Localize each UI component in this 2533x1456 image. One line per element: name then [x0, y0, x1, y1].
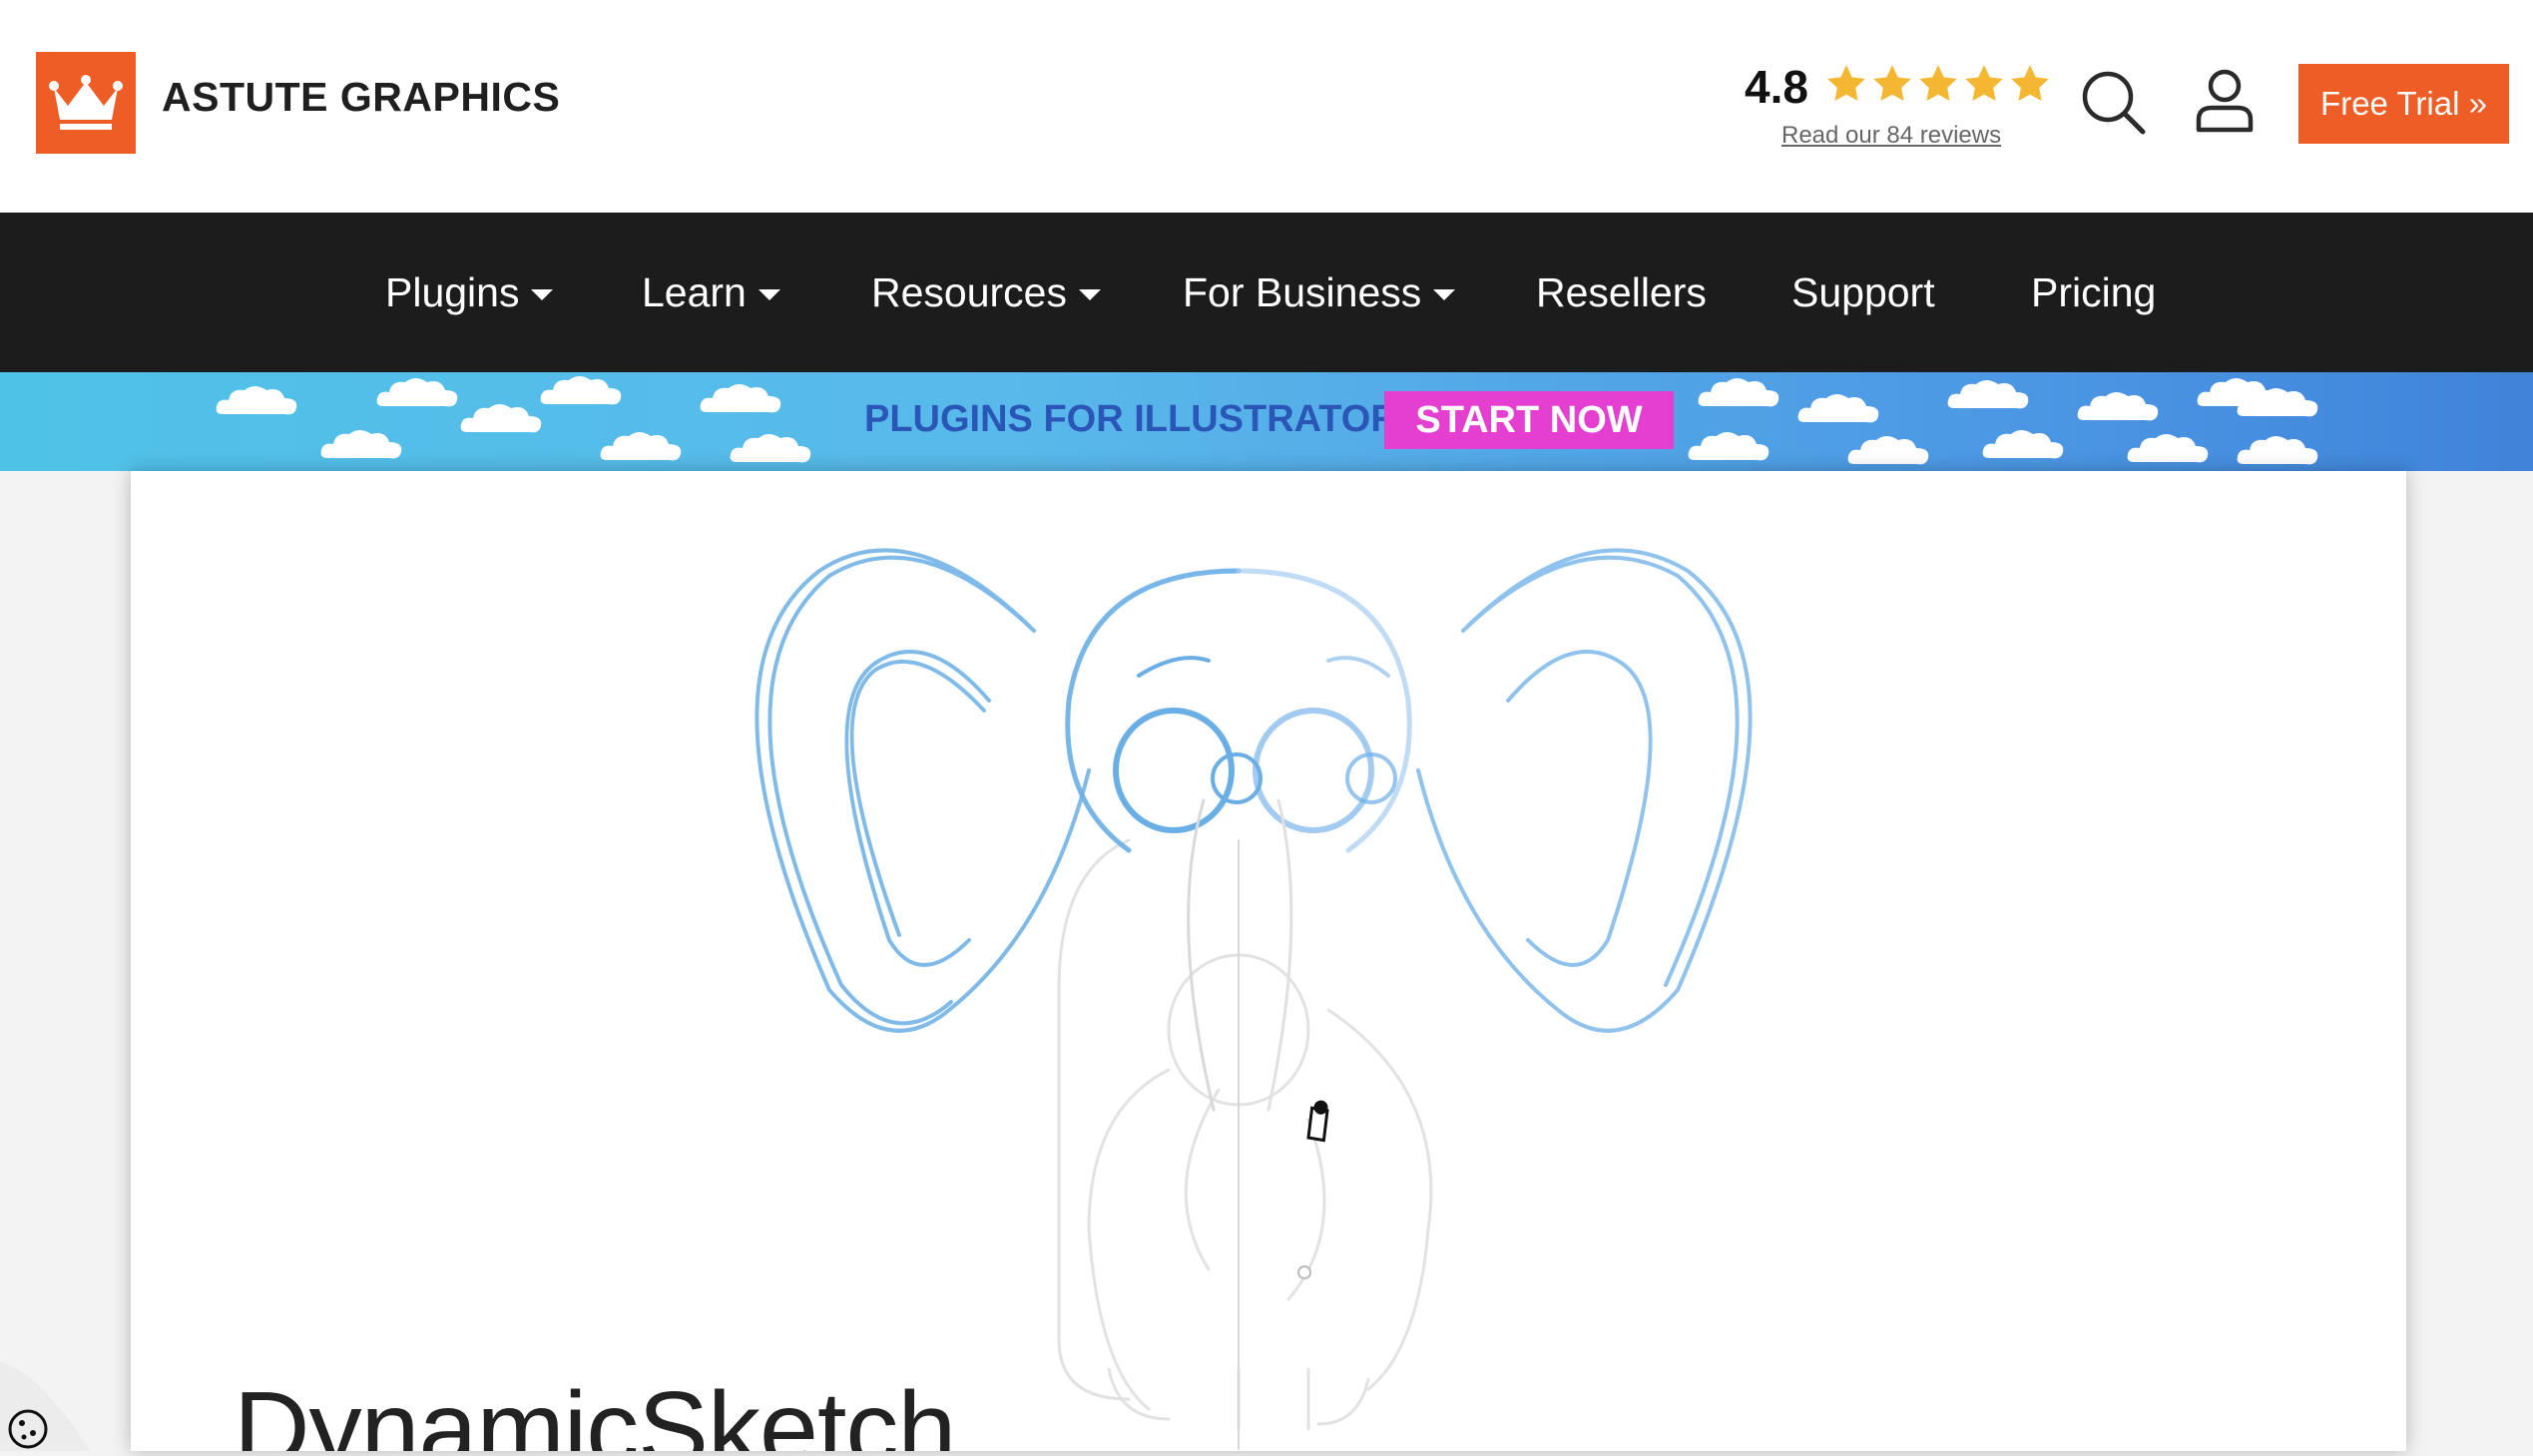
nav-item-label: Resources	[871, 268, 1067, 315]
nav-item-label: Resellers	[1536, 268, 1707, 315]
nav-item-label: Support	[1791, 268, 1935, 315]
star-icon	[2011, 65, 2049, 102]
nav-item-for-business[interactable]: For Business	[1183, 213, 1456, 372]
nav-item-label: For Business	[1183, 268, 1422, 315]
free-trial-button[interactable]: Free Trial »	[2298, 64, 2509, 144]
star-icon	[1965, 65, 2003, 102]
brand-name[interactable]: ASTUTE GRAPHICS	[162, 74, 560, 121]
nav-item-plugins[interactable]: Plugins	[385, 213, 554, 372]
chevron-down-icon	[1078, 288, 1101, 300]
elephant-sketch-animation	[755, 548, 1753, 1450]
site-header: ASTUTE GRAPHICS 4.8 Read our 84 reviews …	[0, 0, 2533, 213]
nav-item-label: Plugins	[385, 268, 520, 315]
cookie-settings-button[interactable]	[0, 1347, 110, 1451]
nav-item-support[interactable]: Support	[1791, 213, 1935, 372]
search-icon	[2082, 71, 2146, 135]
rating-stars	[1824, 62, 2052, 106]
banner-headline[interactable]: PLUGINS FOR ILLUSTRATOR	[864, 398, 1398, 441]
nav-item-resources[interactable]: Resources	[871, 213, 1101, 372]
product-title: DynamicSketch	[234, 1370, 956, 1451]
search-button[interactable]	[2081, 70, 2147, 136]
star-icon	[1919, 65, 1957, 102]
star-icon	[1827, 65, 1865, 102]
product-hero: DynamicSketch	[131, 471, 2406, 1451]
nav-item-learn[interactable]: Learn	[642, 213, 780, 372]
reviews-link[interactable]: Read our 84 reviews	[1781, 122, 2001, 150]
account-button[interactable]	[2194, 68, 2256, 134]
crown-icon	[49, 75, 123, 130]
nav-item-label: Pricing	[2031, 268, 2157, 315]
nav-item-resellers[interactable]: Resellers	[1536, 213, 1707, 372]
chevron-down-icon	[1433, 288, 1456, 300]
main-nav: Plugins Learn Resources For Business Res…	[0, 213, 2533, 372]
nav-item-label: Learn	[642, 268, 747, 315]
start-now-button[interactable]: START NOW	[1384, 391, 1674, 449]
user-icon	[2196, 69, 2254, 133]
chevron-down-icon	[758, 288, 780, 300]
brand-logo[interactable]	[36, 52, 136, 154]
promo-banner[interactable]: PLUGINS FOR ILLUSTRATOR START NOW	[0, 372, 2533, 471]
rating-value: 4.8	[1745, 61, 1808, 113]
star-icon	[1873, 65, 1911, 102]
chevron-down-icon	[531, 288, 554, 300]
nav-item-pricing[interactable]: Pricing	[2031, 213, 2156, 372]
